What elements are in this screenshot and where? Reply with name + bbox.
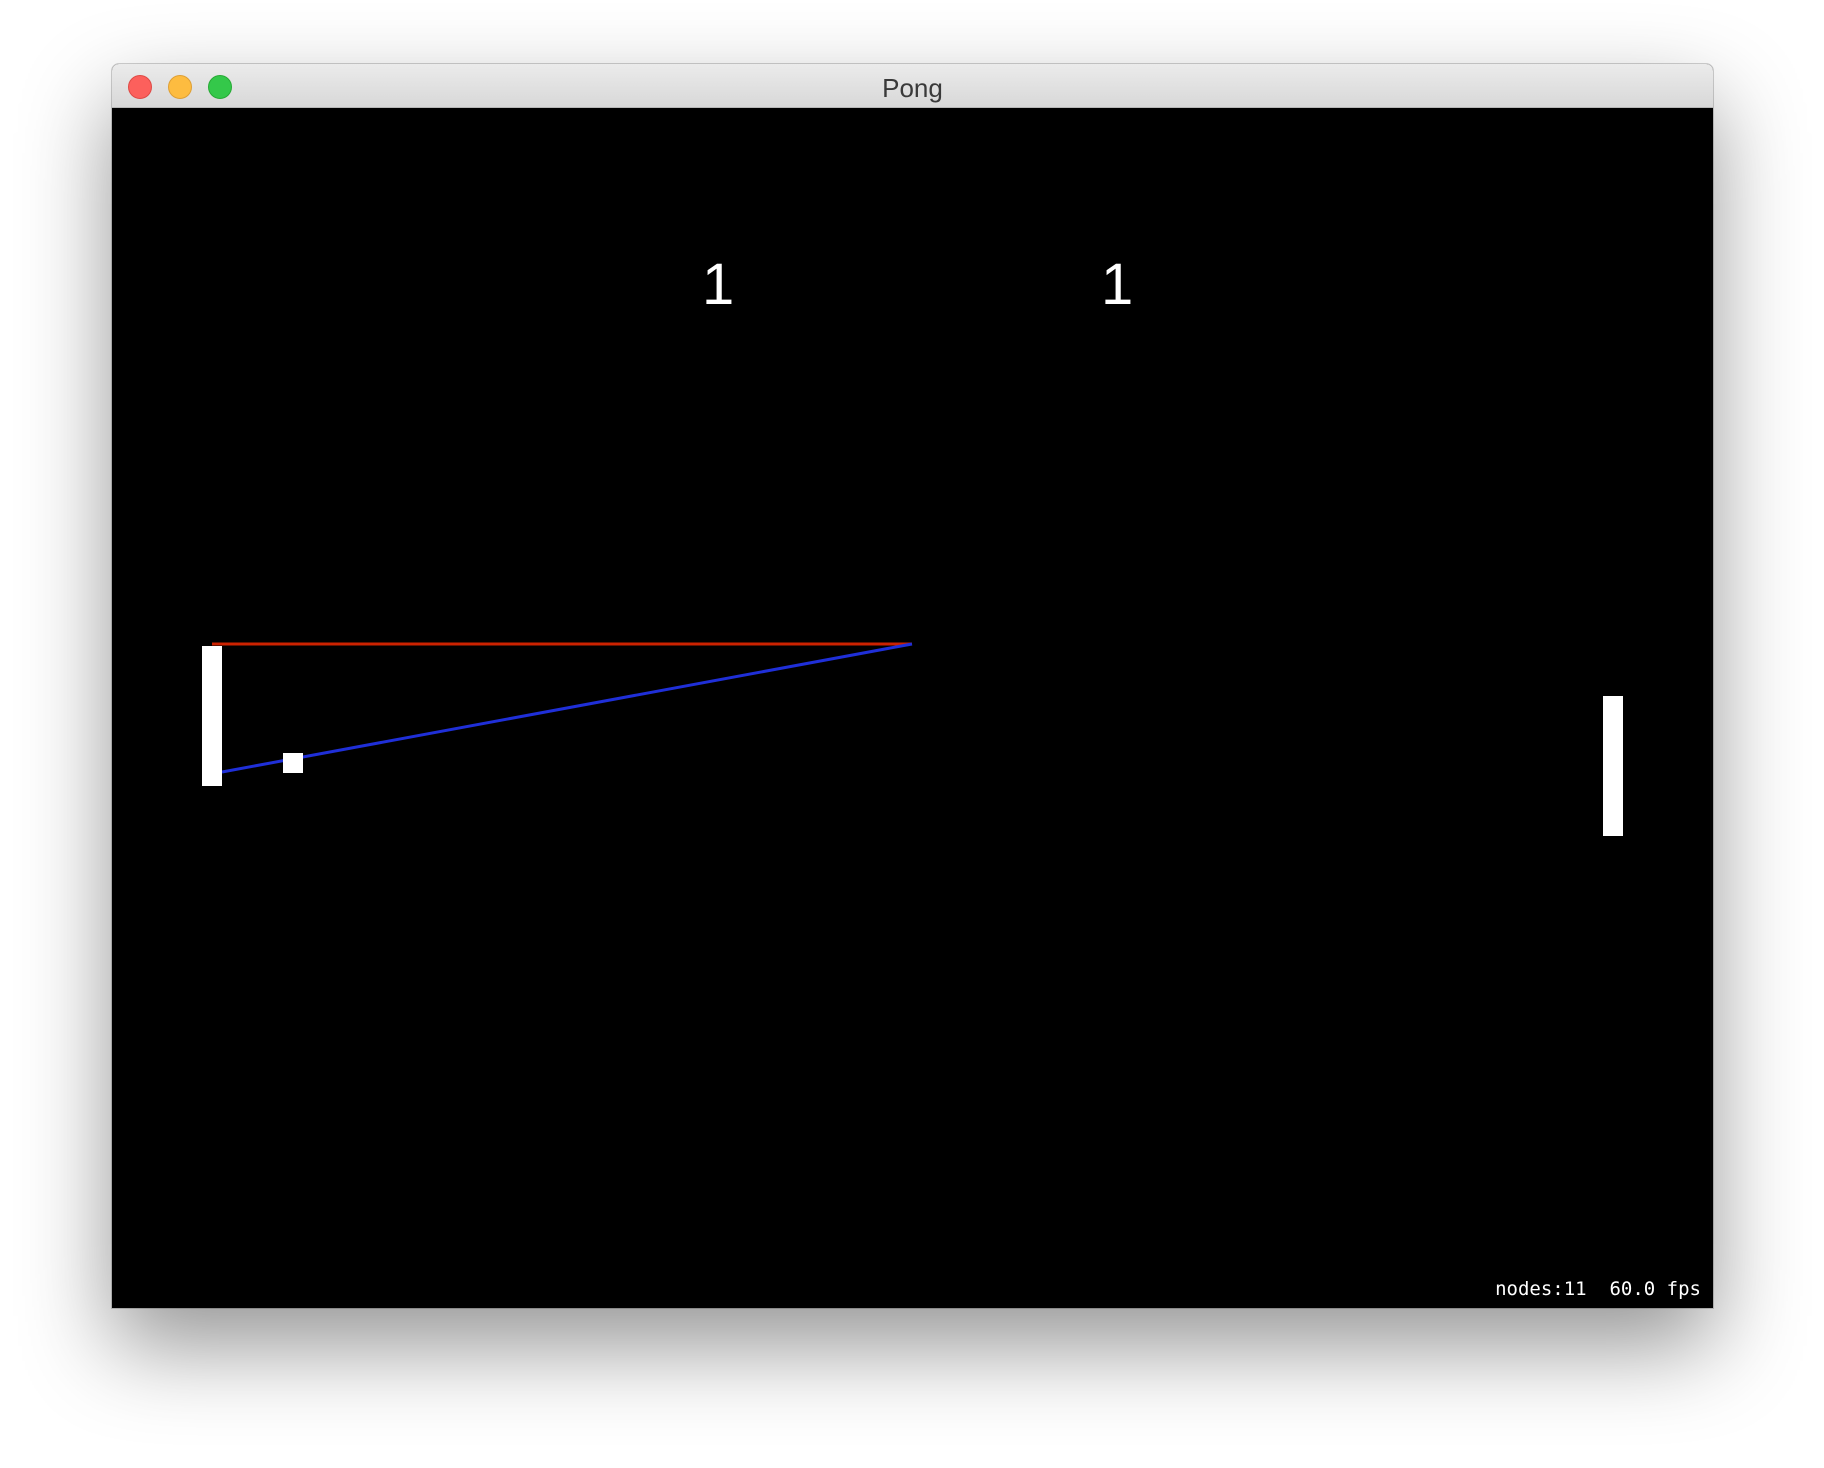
debug-stats: nodes:11 60.0 fps: [1495, 1278, 1701, 1300]
app-window: Pong 1 1 nodes:11 60.0 fps: [112, 64, 1713, 1308]
left-paddle[interactable]: [202, 646, 222, 786]
fps-counter: 60.0 fps: [1609, 1278, 1701, 1300]
node-count: nodes:11: [1495, 1278, 1587, 1300]
ball: [283, 753, 303, 773]
left-player-score: 1: [702, 252, 735, 317]
blue-trajectory-line: [221, 642, 913, 774]
game-scene[interactable]: 1 1 nodes:11 60.0 fps: [112, 108, 1713, 1308]
right-paddle[interactable]: [1603, 696, 1623, 836]
title-bar[interactable]: Pong: [112, 64, 1713, 108]
right-player-score: 1: [1101, 252, 1134, 317]
window-title: Pong: [882, 73, 943, 103]
debug-lines: [212, 642, 913, 774]
